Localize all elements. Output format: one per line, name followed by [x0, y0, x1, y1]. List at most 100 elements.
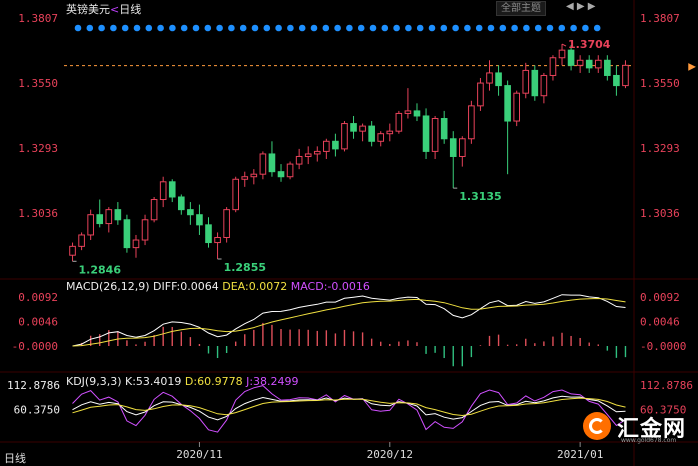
event-dot — [192, 24, 200, 32]
left-kdj-tick: 112.8786 — [7, 379, 60, 392]
left-macd-tick: 0.0046 — [18, 315, 58, 328]
event-dot — [534, 24, 542, 32]
axes: 1.3807 1.3807 1.3550 1.3550 1.3293 1.3293 1.30… — [7, 12, 693, 461]
candle-body — [114, 209, 122, 221]
right-price-tick: 1.3293 — [640, 142, 680, 155]
candle-body — [585, 59, 593, 69]
candle-body — [268, 153, 276, 173]
candle-body — [531, 69, 539, 97]
gold678-logo: 汇金网 www.gold678.com — [583, 411, 693, 444]
left-kdj-tick: 60.3750 — [14, 403, 60, 416]
event-dot — [157, 24, 164, 32]
left-price-tick: 1.3550 — [18, 77, 58, 90]
candle-body — [168, 181, 176, 198]
candle-body — [549, 57, 557, 76]
event-dot — [452, 24, 459, 32]
candle-body — [159, 181, 167, 201]
macd-legend-name: MACD(26,12,9) — [66, 280, 150, 293]
event-dot — [570, 24, 577, 32]
candle-body — [96, 214, 104, 225]
event-dot — [251, 24, 259, 32]
event-dot — [357, 24, 365, 32]
candle-body — [177, 196, 185, 211]
event-dot — [582, 24, 589, 32]
event-dot — [464, 24, 471, 32]
event-dot — [416, 24, 424, 32]
event-dot — [98, 24, 105, 32]
kdj-legend-j: J:38.2499 — [246, 375, 299, 388]
kdj-legend-name: KDJ(9,3,3) — [66, 375, 122, 388]
event-dot — [275, 24, 282, 32]
macd-legend: MACD(26,12,9) DIFF:0.0064 DEA:0.0072 MAC… — [66, 280, 370, 293]
left-price-tick: 1.3807 — [18, 12, 58, 25]
price-annotation: 1.3135 — [459, 190, 501, 203]
left-macd-tick: -0.0000 — [12, 340, 58, 353]
candle-body — [504, 85, 511, 122]
event-dot — [310, 24, 318, 32]
candle-body — [486, 72, 493, 84]
candle-body — [495, 72, 502, 87]
x-tick-label: 2020/11 — [176, 448, 222, 461]
candle-body — [567, 49, 575, 66]
event-dot — [440, 24, 448, 32]
candle-body — [422, 115, 430, 152]
candle-body — [223, 209, 230, 238]
event-dot — [499, 24, 507, 32]
grid-lines — [0, 0, 698, 466]
price-annotation: 1.3704 — [568, 38, 611, 51]
macd-legend-macd: MACD:-0.0016 — [290, 280, 370, 293]
candle-body — [477, 82, 484, 107]
event-dot — [487, 24, 495, 32]
candle-body — [150, 199, 158, 221]
candle-body — [513, 92, 521, 122]
candle-body — [105, 209, 113, 225]
event-dot — [393, 24, 400, 32]
right-price-tick: 1.3036 — [640, 207, 680, 220]
candle-body — [404, 110, 412, 114]
macd-diff-line — [72, 294, 626, 347]
event-dot — [204, 24, 212, 32]
event-dot — [110, 24, 117, 32]
candle-body — [449, 138, 457, 157]
event-dot — [405, 24, 412, 32]
right-macd-tick: -0.0000 — [640, 340, 686, 353]
candle-body — [87, 214, 94, 236]
candle-body — [78, 234, 85, 247]
candle-body — [395, 112, 403, 132]
event-dot — [86, 24, 94, 32]
event-dot — [334, 24, 341, 32]
candle-body — [604, 59, 611, 76]
period-tab[interactable]: 日线 — [4, 450, 26, 466]
candle-body — [386, 130, 394, 135]
event-dot — [346, 24, 353, 32]
candle-body — [187, 209, 194, 216]
macd-legend-dea: DEA:0.0072 — [222, 280, 288, 293]
candle-body — [295, 155, 303, 165]
current-price-arrow-icon: ▶ — [688, 62, 696, 73]
x-tick-label: 2021/01 — [557, 448, 603, 461]
event-dot — [428, 24, 436, 32]
price-panel: ▶ 1.2846 1.2855 1.3135 1.3704 — [64, 24, 696, 276]
candle-body — [468, 105, 475, 140]
event-dot — [381, 24, 389, 32]
candle-body — [368, 125, 375, 142]
candle-body — [350, 123, 357, 132]
candle-body — [613, 74, 620, 87]
event-dot — [475, 24, 483, 32]
event-dot — [322, 24, 330, 32]
candle-body — [622, 64, 629, 87]
right-macd-tick: 0.0092 — [640, 291, 680, 304]
chart-canvas[interactable]: ▶1.2846 1.28551.31351.3704 1.3807 1.38071.… — [0, 0, 698, 466]
kdj-legend-k: K:53.4019 — [125, 375, 182, 388]
annotation-pointer — [561, 43, 567, 47]
candle-body — [359, 125, 366, 132]
candle-body — [522, 69, 530, 94]
candle-body — [286, 163, 294, 178]
candle-body — [132, 239, 140, 249]
event-dot — [511, 24, 518, 32]
candle-body — [377, 133, 385, 142]
price-annotation: 1.2846 — [79, 263, 122, 276]
event-dot — [523, 24, 530, 32]
candle-body — [196, 214, 203, 226]
event-dot — [558, 24, 566, 32]
